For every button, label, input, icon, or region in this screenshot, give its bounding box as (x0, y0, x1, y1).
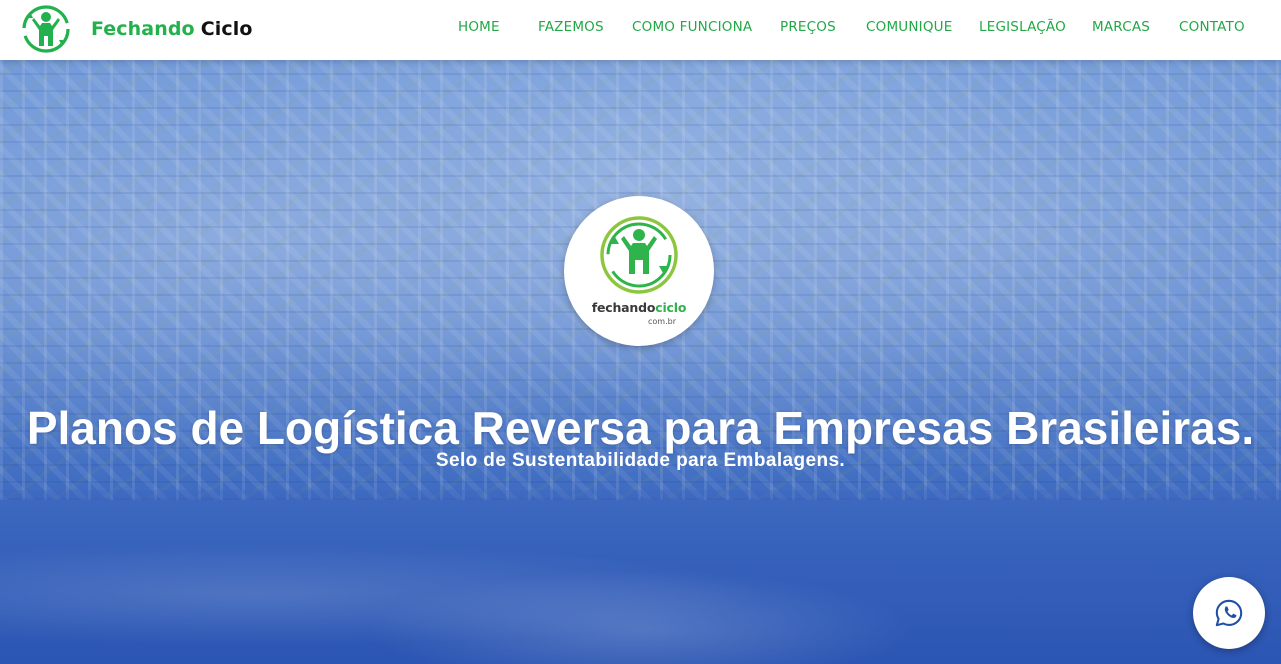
nav-como-funciona[interactable]: COMO FUNCIONA (632, 19, 752, 35)
hero-background-ground (0, 490, 1281, 664)
hero-logo-domain: com.br (648, 317, 676, 326)
hero-logo-badge: fechandociclo com.br (564, 196, 714, 346)
nav-legislacao[interactable]: LEGISLAÇÃO (979, 19, 1066, 35)
nav-fazemos[interactable]: FAZEMOS (538, 19, 604, 35)
hero-logo-wordmark: fechandociclo (564, 300, 714, 315)
top-navbar: Fechando Ciclo HOME FAZEMOS COMO FUNCIONA… (0, 0, 1281, 60)
nav-contato[interactable]: CONTATO (1179, 19, 1245, 35)
hero-logo-text-part1: fechando (591, 300, 656, 315)
main-nav: HOME FAZEMOS COMO FUNCIONA PREÇOS COMUNI… (0, 0, 1281, 60)
recycle-person-icon (600, 216, 678, 294)
nav-comunique[interactable]: COMUNIQUE (866, 19, 953, 35)
hero-section: fechandociclo com.br Planos de Logística… (0, 60, 1281, 664)
whatsapp-icon (1215, 599, 1243, 627)
hero-subtitle: Selo de Sustentabilidade para Embalagens… (435, 450, 846, 471)
whatsapp-chat-button[interactable] (1193, 577, 1265, 649)
hero-logo-text-part2: ciclo (655, 300, 687, 315)
nav-precos[interactable]: PREÇOS (780, 19, 836, 35)
hero-title: Planos de Logística Reversa para Empresa… (26, 402, 1255, 454)
nav-home[interactable]: HOME (458, 19, 500, 35)
nav-marcas[interactable]: MARCAS (1092, 19, 1150, 35)
